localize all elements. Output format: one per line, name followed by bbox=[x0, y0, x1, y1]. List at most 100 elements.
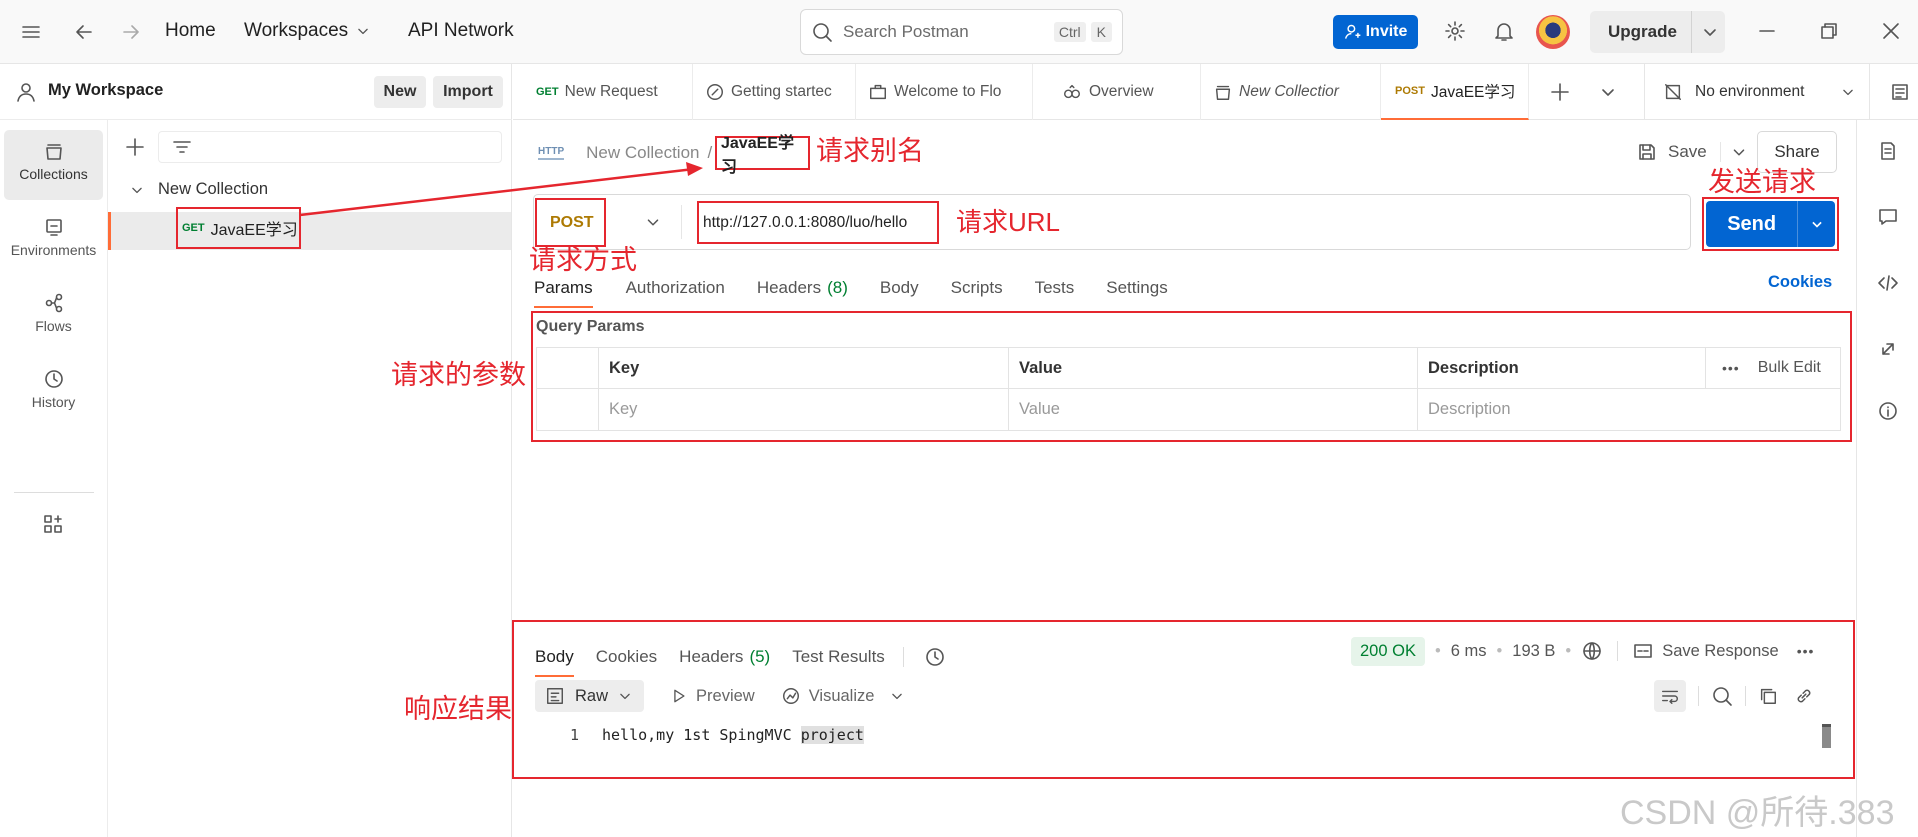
tab-new-collection[interactable]: New Collectior bbox=[1201, 63, 1381, 120]
add-tab-icon[interactable] bbox=[1549, 81, 1571, 103]
sidebar-nav-rail: Collections Environments Flows History bbox=[0, 120, 108, 837]
code-snippet-icon[interactable] bbox=[1877, 272, 1899, 294]
network-globe-icon[interactable] bbox=[1581, 640, 1603, 662]
right-context-bar bbox=[1856, 120, 1918, 837]
wrap-lines-icon[interactable] bbox=[1654, 680, 1686, 712]
tabs-overflow-chevron-icon[interactable] bbox=[1597, 81, 1619, 103]
tab-headers-label: Headers bbox=[756, 278, 822, 297]
scrollbar-thumb[interactable] bbox=[1822, 724, 1831, 748]
flows-icon bbox=[45, 293, 62, 313]
response-body-selected[interactable]: project bbox=[800, 726, 864, 744]
visualize-chevron-icon[interactable] bbox=[888, 687, 906, 705]
tab-label: Getting startec bbox=[731, 82, 832, 100]
minimize-window-icon[interactable] bbox=[1756, 20, 1778, 42]
sidebar-item-collections[interactable]: Collections bbox=[4, 130, 103, 200]
copy-icon[interactable] bbox=[1758, 686, 1778, 706]
play-icon bbox=[674, 689, 685, 703]
sidebar-item-history[interactable]: History bbox=[4, 358, 103, 428]
response-history-icon[interactable] bbox=[924, 646, 946, 668]
documentation-icon[interactable] bbox=[1877, 140, 1899, 162]
resp-tab-headers[interactable]: Headers (5) bbox=[679, 647, 770, 667]
history-icon bbox=[44, 370, 63, 388]
import-button[interactable]: Import bbox=[433, 76, 503, 108]
send-options-button[interactable] bbox=[1797, 201, 1835, 247]
request-name-title[interactable]: JavaEE学习 bbox=[715, 135, 810, 176]
chevron-down-icon[interactable] bbox=[1699, 21, 1721, 43]
close-window-icon[interactable] bbox=[1880, 20, 1902, 42]
param-value-input[interactable]: Value bbox=[1009, 388, 1418, 430]
method-select[interactable]: POST bbox=[535, 198, 606, 247]
request-item-selected[interactable] bbox=[108, 212, 511, 250]
link-icon[interactable] bbox=[1794, 686, 1814, 706]
save-options-chevron-icon[interactable] bbox=[1720, 142, 1749, 162]
url-input[interactable]: http://127.0.0.1:8080/luo/hello bbox=[697, 201, 939, 244]
visualize-button[interactable]: Visualize bbox=[781, 686, 874, 706]
api-network-link[interactable]: API Network bbox=[408, 20, 514, 42]
url-value: http://127.0.0.1:8080/luo/hello bbox=[703, 213, 908, 231]
environment-quick-look-icon[interactable] bbox=[1869, 63, 1911, 120]
add-collection-icon[interactable] bbox=[124, 136, 146, 158]
tab-settings[interactable]: Settings bbox=[1106, 278, 1167, 298]
params-row-checkbox[interactable] bbox=[537, 388, 599, 430]
nav-divider bbox=[14, 492, 94, 493]
workspaces-menu[interactable]: Workspaces bbox=[244, 20, 372, 42]
send-button[interactable]: Send bbox=[1706, 201, 1798, 247]
resp-tab-body[interactable]: Body bbox=[535, 647, 574, 677]
response-time[interactable]: 6 ms bbox=[1451, 642, 1487, 661]
param-key-input[interactable]: Key bbox=[599, 388, 1009, 430]
sidebar-item-flows[interactable]: Flows bbox=[4, 282, 103, 352]
method-chevron-icon[interactable] bbox=[643, 212, 663, 232]
settings-gear-icon[interactable] bbox=[1444, 20, 1466, 42]
forward-arrow-icon[interactable] bbox=[120, 21, 142, 43]
collection-folder[interactable]: New Collection bbox=[128, 180, 268, 199]
tab-javaee-active[interactable]: POST JavaEE学习 bbox=[1381, 63, 1529, 120]
sidebar-request-item[interactable]: GET JavaEE学习 bbox=[176, 207, 301, 249]
collection-search-input[interactable] bbox=[158, 131, 502, 163]
params-description-header: Description bbox=[1418, 348, 1706, 388]
tab-getting-started[interactable]: Getting startec bbox=[693, 63, 856, 120]
resp-tab-test-results[interactable]: Test Results bbox=[792, 647, 885, 667]
tab-scripts[interactable]: Scripts bbox=[951, 278, 1003, 298]
home-link[interactable]: Home bbox=[165, 20, 216, 42]
tab-body[interactable]: Body bbox=[880, 278, 919, 298]
notifications-bell-icon[interactable] bbox=[1493, 20, 1515, 42]
environment-selector[interactable]: No environment bbox=[1644, 63, 1869, 120]
menu-icon[interactable] bbox=[20, 21, 42, 43]
status-badge[interactable]: 200 OK bbox=[1351, 636, 1425, 666]
tab-headers[interactable]: Headers (8) bbox=[757, 278, 848, 298]
breadcrumb-parent[interactable]: New Collection bbox=[586, 143, 699, 163]
back-arrow-icon[interactable] bbox=[73, 21, 95, 43]
save-button[interactable]: Save bbox=[1636, 136, 1707, 168]
info-icon[interactable] bbox=[1877, 400, 1899, 422]
param-description-input[interactable]: Description bbox=[1418, 388, 1706, 430]
tab-tests[interactable]: Tests bbox=[1035, 278, 1075, 298]
format-select[interactable]: Raw bbox=[535, 680, 645, 712]
save-label: Save bbox=[1668, 142, 1707, 161]
invite-button[interactable]: Invite bbox=[1333, 15, 1418, 49]
more-options-icon[interactable]: ••• bbox=[1722, 360, 1740, 376]
avatar[interactable] bbox=[1536, 15, 1570, 49]
upgrade-button[interactable]: Upgrade bbox=[1590, 11, 1725, 53]
annotation-params: 请求的参数 bbox=[391, 360, 526, 390]
tab-new-request[interactable]: GET New Request bbox=[513, 63, 693, 120]
sidebar-item-environments[interactable]: Environments bbox=[4, 206, 103, 276]
new-button[interactable]: New bbox=[374, 76, 426, 108]
response-more-icon[interactable]: ••• bbox=[1797, 643, 1815, 659]
save-response-button[interactable]: Save Response bbox=[1632, 640, 1779, 662]
tab-authorization[interactable]: Authorization bbox=[626, 278, 725, 298]
cookies-link[interactable]: Cookies bbox=[1768, 273, 1832, 292]
bulk-edit-link[interactable]: Bulk Edit bbox=[1758, 359, 1821, 377]
tab-params[interactable]: Params bbox=[534, 278, 593, 308]
search-response-icon[interactable] bbox=[1711, 685, 1733, 707]
configure-sidebar-icon[interactable] bbox=[42, 513, 64, 535]
restore-window-icon[interactable] bbox=[1818, 20, 1840, 42]
preview-button[interactable]: Preview bbox=[670, 687, 755, 706]
comments-icon[interactable] bbox=[1877, 206, 1899, 228]
related-collections-icon[interactable] bbox=[1877, 338, 1899, 360]
response-size[interactable]: 193 B bbox=[1512, 642, 1555, 661]
resp-tab-cookies[interactable]: Cookies bbox=[596, 647, 657, 667]
response-body-text[interactable]: hello,my 1st SpingMVC bbox=[602, 726, 801, 744]
tab-welcome-flows[interactable]: Welcome to Flo bbox=[856, 63, 1033, 120]
search-bar[interactable]: Search Postman Ctrl K bbox=[800, 9, 1123, 55]
tab-overview[interactable]: Overview bbox=[1033, 63, 1201, 120]
